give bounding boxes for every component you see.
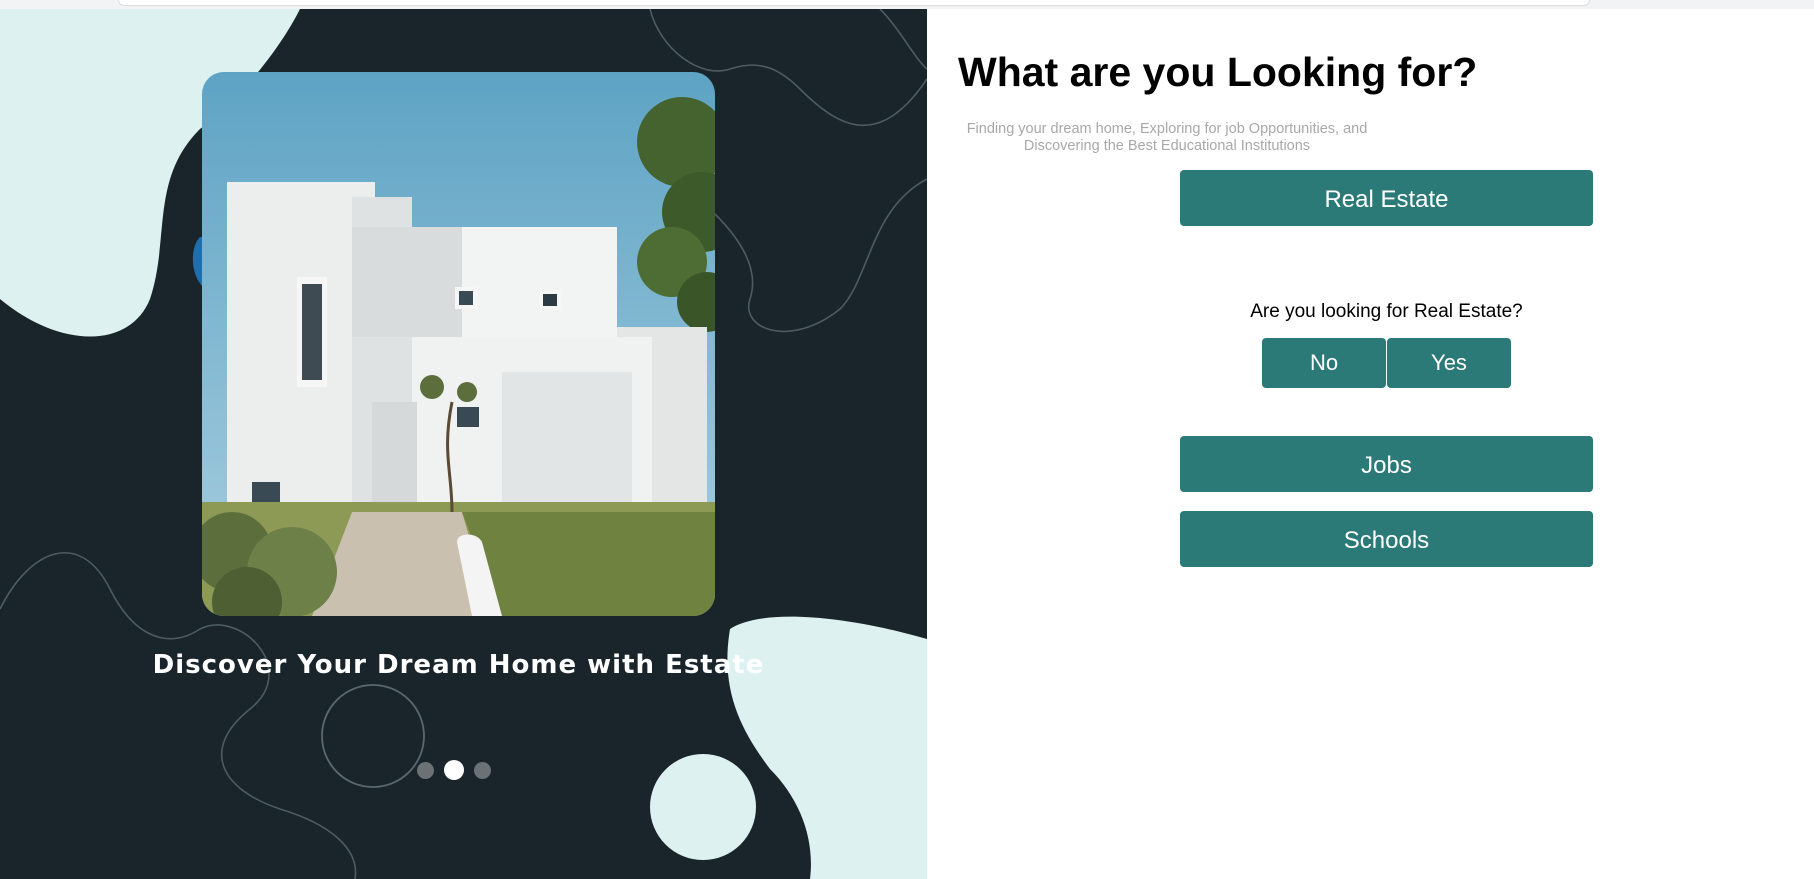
page: Discover Your Dream Home with Estate Wha… bbox=[0, 0, 1814, 879]
house-photo bbox=[202, 72, 715, 616]
address-bar[interactable] bbox=[118, 0, 1590, 6]
no-button[interactable]: No bbox=[1262, 338, 1386, 388]
house-image bbox=[202, 72, 715, 616]
hero-caption: Discover Your Dream Home with Estate bbox=[152, 650, 765, 680]
carousel-dot-1[interactable] bbox=[417, 761, 434, 779]
yes-no-group: No Yes bbox=[1262, 338, 1511, 388]
real-estate-button[interactable]: Real Estate bbox=[1180, 170, 1593, 226]
jobs-button[interactable]: Jobs bbox=[1180, 436, 1593, 492]
carousel-dot-2-active[interactable] bbox=[444, 760, 464, 780]
hero-section: Discover Your Dream Home with Estate bbox=[0, 9, 927, 879]
carousel-dot-3[interactable] bbox=[474, 761, 491, 779]
carousel-dots bbox=[417, 760, 491, 780]
yes-button[interactable]: Yes bbox=[1387, 338, 1511, 388]
real-estate-question: Are you looking for Real Estate? bbox=[1250, 301, 1523, 322]
page-subtitle: Finding your dream home, Exploring for j… bbox=[966, 121, 1368, 154]
schools-button[interactable]: Schools bbox=[1180, 511, 1593, 567]
page-title: What are you Looking for? bbox=[958, 49, 1478, 95]
selection-panel: What are you Looking for? Finding your d… bbox=[927, 9, 1814, 879]
